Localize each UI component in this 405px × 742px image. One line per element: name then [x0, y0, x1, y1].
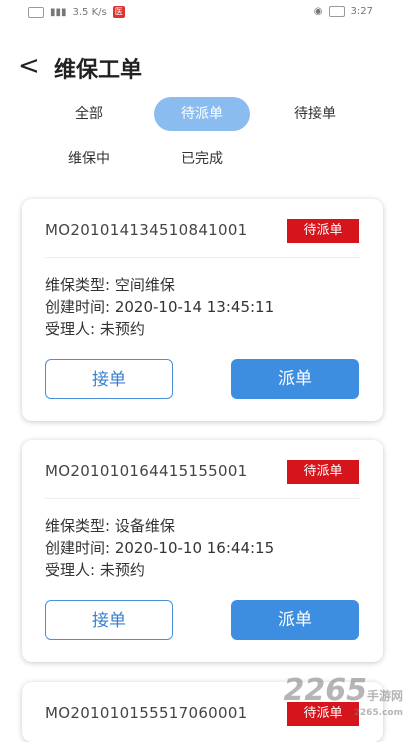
maintenance-type: 维保类型: 设备维保: [45, 517, 175, 535]
page-title: 维保工单: [54, 58, 143, 83]
tab-in-maintenance[interactable]: 维保中: [41, 142, 137, 176]
order-number: MO201010155517060001: [45, 704, 248, 722]
maintenance-type: 维保类型: 空间维保: [45, 276, 175, 294]
app-notification-icon: 医: [112, 6, 125, 18]
status-badge: 待派单: [287, 460, 359, 484]
notification-icon: [28, 6, 44, 18]
status-time: 3:27: [350, 6, 373, 17]
tab-pending-accept[interactable]: 待接单: [267, 97, 363, 131]
order-number: MO201014134510841001: [45, 221, 248, 239]
created-time: 创建时间: 2020-10-10 16:44:15: [45, 539, 275, 557]
accept-button[interactable]: 接单: [45, 600, 173, 640]
tab-completed[interactable]: 已完成: [154, 142, 250, 176]
assignee: 受理人: 未预约: [45, 561, 145, 579]
dispatch-button[interactable]: 派单: [231, 359, 359, 399]
divider: [45, 257, 360, 258]
dispatch-button[interactable]: 派单: [231, 600, 359, 640]
order-number: MO201010164415155001: [45, 462, 248, 480]
tab-all[interactable]: 全部: [41, 97, 137, 131]
created-time: 创建时间: 2020-10-14 13:45:11: [45, 298, 275, 316]
divider: [45, 498, 360, 499]
chevron-left-icon[interactable]: <: [18, 52, 40, 80]
accept-button[interactable]: 接单: [45, 359, 173, 399]
order-card[interactable]: MO201014134510841001 待派单 维保类型: 空间维保 创建时间…: [22, 199, 383, 421]
order-card[interactable]: MO201010164415155001 待派单 维保类型: 设备维保 创建时间…: [22, 440, 383, 662]
status-badge: 待派单: [287, 219, 359, 243]
status-bar: ▮▮▮ 3.5 K/s 医 ◉ 3:27: [0, 0, 405, 26]
assignee: 受理人: 未预约: [45, 320, 145, 338]
battery-icon: [328, 6, 345, 17]
watermark-logo: 2265手游网 2265.com: [283, 673, 403, 718]
header: < 维保工单: [0, 48, 405, 88]
network-speed: 3.5 K/s: [72, 6, 107, 18]
tab-pending-dispatch[interactable]: 待派单: [154, 97, 250, 131]
signal-icon: ▮▮▮: [50, 6, 67, 18]
eye-icon: ◉: [313, 6, 323, 17]
